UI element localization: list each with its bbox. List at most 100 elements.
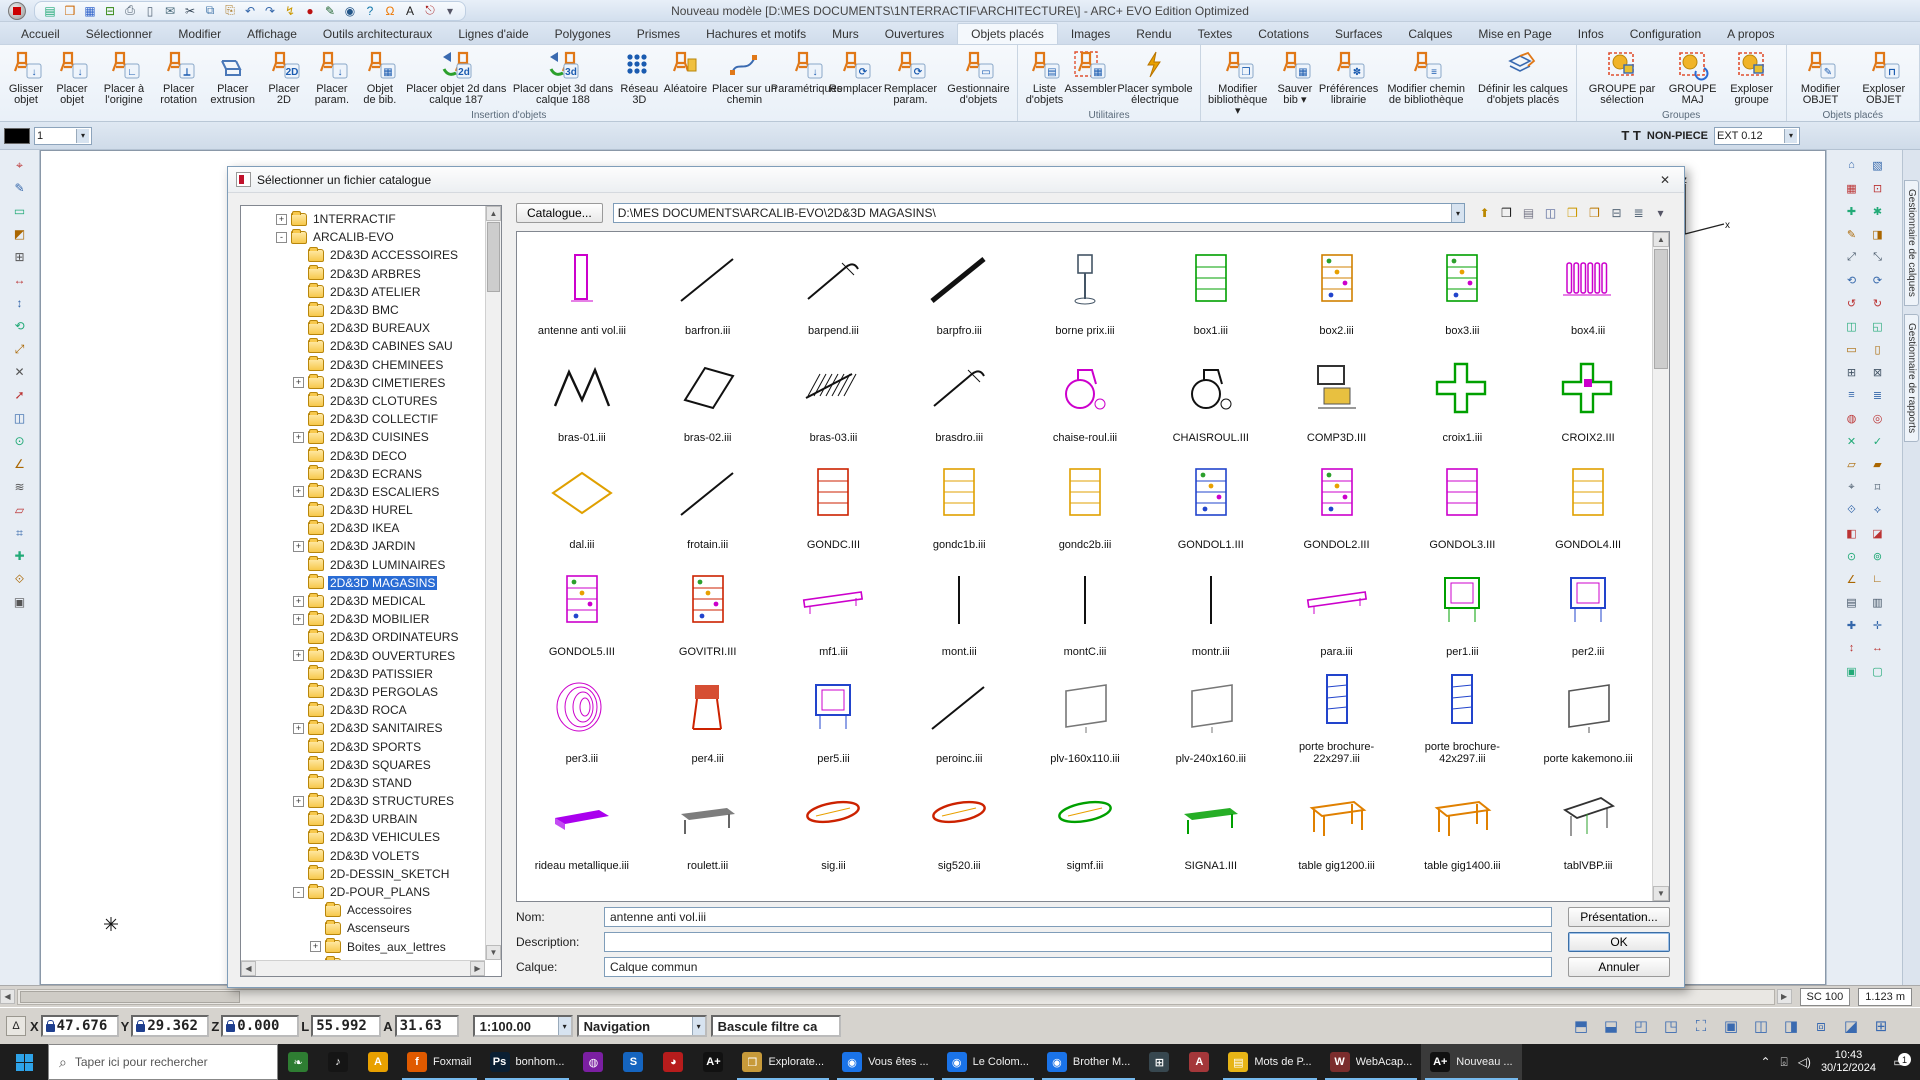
catalogue-item-gondc1b-iii[interactable]: gondc1b.iii xyxy=(896,448,1022,555)
left-toolbar-icon[interactable]: ⊙ xyxy=(9,430,31,452)
left-toolbar-icon[interactable]: ✕ xyxy=(9,361,31,383)
chevron-down-icon[interactable]: ▾ xyxy=(1784,128,1797,143)
favorites-icon[interactable]: ❒ xyxy=(1585,204,1604,222)
browser-icon[interactable]: ◕ xyxy=(653,1044,693,1080)
right-toolbar-icon[interactable]: ◧ xyxy=(1841,522,1863,544)
right-toolbar-icon[interactable]: ↻ xyxy=(1867,292,1889,314)
catalogue-item-chaise-roul-iii[interactable]: chaise-roul.iii xyxy=(1022,341,1148,448)
catalogue-item-para-iii[interactable]: para.iii xyxy=(1274,555,1400,662)
right-toolbar-icon[interactable]: ✎ xyxy=(1841,223,1863,245)
catalogue-item-porte-brochure-22x297-iii[interactable]: porte brochure-22x297.iii xyxy=(1274,662,1400,769)
ribbon-button-r-seau-3d[interactable]: Réseau 3D xyxy=(616,47,662,107)
scale-select[interactable]: 1:100.00 ▾ xyxy=(472,1015,573,1037)
catalogue-item-sig-iii[interactable]: sig.iii xyxy=(771,769,897,876)
lock-icon[interactable] xyxy=(226,1019,236,1032)
view-tool-icon[interactable]: ⧈ xyxy=(1808,1014,1834,1038)
right-toolbar-icon[interactable]: ⊚ xyxy=(1867,545,1889,567)
right-toolbar-icon[interactable]: ◎ xyxy=(1867,407,1889,429)
expand-icon[interactable]: + xyxy=(293,722,304,734)
l-value-field[interactable]: 55.992 xyxy=(311,1015,382,1037)
catalogue-item-bras-02-iii[interactable]: bras-02.iii xyxy=(645,341,771,448)
catalogue-item-dal-iii[interactable]: dal.iii xyxy=(519,448,645,555)
help-icon[interactable]: ? xyxy=(361,2,379,19)
x-value-field[interactable]: 47.676 xyxy=(40,1015,119,1037)
tree-item-accessoires[interactable]: Accessoires xyxy=(241,901,485,919)
tree-item-2d-3d-deco[interactable]: 2D&3D DECO xyxy=(241,446,485,464)
catalogue-item-brasdro-iii[interactable]: brasdro.iii xyxy=(896,341,1022,448)
tree-item-2d-3d-vehicules[interactable]: 2D&3D VEHICULES xyxy=(241,828,485,846)
catalogue-button[interactable]: Catalogue... xyxy=(516,203,603,223)
arc-logo-icon[interactable]: A xyxy=(401,2,419,19)
right-toolbar-icon[interactable]: ⌑ xyxy=(1867,476,1889,498)
dark-grid-icon[interactable]: ⊞ xyxy=(1139,1044,1179,1080)
right-toolbar-icon[interactable]: ▭ xyxy=(1841,338,1863,360)
right-toolbar-icon[interactable]: ⤡ xyxy=(1867,246,1889,268)
view-tool-icon[interactable]: ⬒ xyxy=(1568,1014,1594,1038)
history-icon[interactable]: ▤ xyxy=(1519,204,1538,222)
catalogue-item-gondol2-iii[interactable]: GONDOL2.III xyxy=(1274,448,1400,555)
right-toolbar-icon[interactable]: ✓ xyxy=(1867,430,1889,452)
amazon-music-icon[interactable]: ♪ xyxy=(318,1044,358,1080)
new-file-icon[interactable]: ▤ xyxy=(41,2,59,19)
ext-select[interactable]: EXT 0.12 ▾ xyxy=(1714,126,1800,145)
ribbon-button-placer-rotation[interactable]: ⟂ Placer rotation xyxy=(153,47,204,107)
ribbon-button-exploser-groupe[interactable]: Exploser groupe xyxy=(1721,47,1783,107)
chevron-down-icon[interactable]: ▾ xyxy=(76,128,89,143)
tree-item-2d-3d-ecrans[interactable]: 2D&3D ECRANS xyxy=(241,465,485,483)
catalogue-item-gondol5-iii[interactable]: GONDOL5.III xyxy=(519,555,645,662)
tree-item-2d-3d-accessoires[interactable]: 2D&3D ACCESSOIRES xyxy=(241,246,485,264)
scroll-right-icon[interactable]: ▶ xyxy=(470,961,485,976)
right-toolbar-icon[interactable]: ⌖ xyxy=(1841,476,1863,498)
tree-item-2d-3d-urbain[interactable]: 2D&3D URBAIN xyxy=(241,810,485,828)
chevron-down-icon[interactable]: ▾ xyxy=(1451,204,1464,222)
view-tool-icon[interactable]: ◰ xyxy=(1628,1014,1654,1038)
scroll-down-icon[interactable]: ▼ xyxy=(1653,886,1669,901)
catalogue-item-per3-iii[interactable]: per3.iii xyxy=(519,662,645,769)
left-toolbar-icon[interactable]: ⌗ xyxy=(9,522,31,544)
tree-item-2d-3d-magasins[interactable]: 2D&3D MAGASINS xyxy=(241,574,485,592)
tree-item-2d-3d-roca[interactable]: 2D&3D ROCA xyxy=(241,701,485,719)
tab-a-propos[interactable]: A propos xyxy=(1714,24,1787,44)
right-toolbar-icon[interactable]: ▢ xyxy=(1867,660,1889,682)
catalogue-item-per5-iii[interactable]: per5.iii xyxy=(771,662,897,769)
ribbon-button-pr-f-rences-librairie[interactable]: ✽ Préférences librairie xyxy=(1318,47,1379,107)
right-toolbar-icon[interactable]: ✚ xyxy=(1841,614,1863,636)
expand-icon[interactable]: + xyxy=(310,941,321,953)
app-logo[interactable] xyxy=(0,0,34,22)
right-toolbar-icon[interactable]: ◨ xyxy=(1867,223,1889,245)
catalogue-item-frotain-iii[interactable]: frotain.iii xyxy=(645,448,771,555)
autocad-like-icon[interactable]: A xyxy=(358,1044,398,1080)
tree-item-2d-3d-ordinateurs[interactable]: 2D&3D ORDINATEURS xyxy=(241,628,485,646)
list-icon[interactable]: ≣ xyxy=(1629,204,1648,222)
tab-outils-architecturaux[interactable]: Outils architecturaux xyxy=(310,24,445,44)
print-icon[interactable]: ⎙ xyxy=(121,2,139,19)
mail-icon[interactable]: ✉ xyxy=(161,2,179,19)
tree-item-2d-3d-sports[interactable]: 2D&3D SPORTS xyxy=(241,737,485,755)
tree-item-2d-dessin-sketch[interactable]: 2D-DESSIN_SKETCH xyxy=(241,865,485,883)
tree-item-2d-3d-hurel[interactable]: 2D&3D HUREL xyxy=(241,501,485,519)
open-folder-icon[interactable]: ❒ xyxy=(61,2,79,19)
exit-icon[interactable]: ⎋ xyxy=(421,2,439,19)
tray-chevron-icon[interactable]: ⌃ xyxy=(1760,1055,1770,1069)
text-tool-icon[interactable]: T T xyxy=(1621,128,1641,143)
pen-dropdown-icon[interactable]: ✎ xyxy=(321,2,339,19)
catalogue-item-croix2-iii[interactable]: CROIX2.III xyxy=(1525,341,1651,448)
ribbon-button-param-triques[interactable]: ↓ Paramétriques xyxy=(771,47,842,96)
tree-item-1nterractif[interactable]: +1NTERRACTIF xyxy=(241,210,485,228)
right-toolbar-icon[interactable]: ⊙ xyxy=(1841,545,1863,567)
tab-textes[interactable]: Textes xyxy=(1185,24,1246,44)
collapse-icon[interactable]: - xyxy=(276,231,287,243)
lightning-icon[interactable]: ↯ xyxy=(281,2,299,19)
left-toolbar-icon[interactable]: ▭ xyxy=(9,200,31,222)
left-toolbar-icon[interactable]: ↔ xyxy=(9,269,31,291)
catalogue-item-per4-iii[interactable]: per4.iii xyxy=(645,662,771,769)
path-combobox[interactable]: D:\MES DOCUMENTS\ARCALIB-EVO\2D&3D MAGAS… xyxy=(612,203,1465,223)
catalogue-item-gondol1-iii[interactable]: GONDOL1.III xyxy=(1148,448,1274,555)
tree-item-2d-3d-squares[interactable]: 2D&3D SQUARES xyxy=(241,756,485,774)
paste-icon[interactable]: ⎘ xyxy=(221,2,239,19)
catalogue-item-sig520-iii[interactable]: sig520.iii xyxy=(896,769,1022,876)
catalogue-item-rideau-metallique-iii[interactable]: rideau metallique.iii xyxy=(519,769,645,876)
tree-item-2d-3d-bureaux[interactable]: 2D&3D BUREAUX xyxy=(241,319,485,337)
expand-icon[interactable]: + xyxy=(293,486,304,498)
catalogue-item-gondol3-iii[interactable]: GONDOL3.III xyxy=(1399,448,1525,555)
